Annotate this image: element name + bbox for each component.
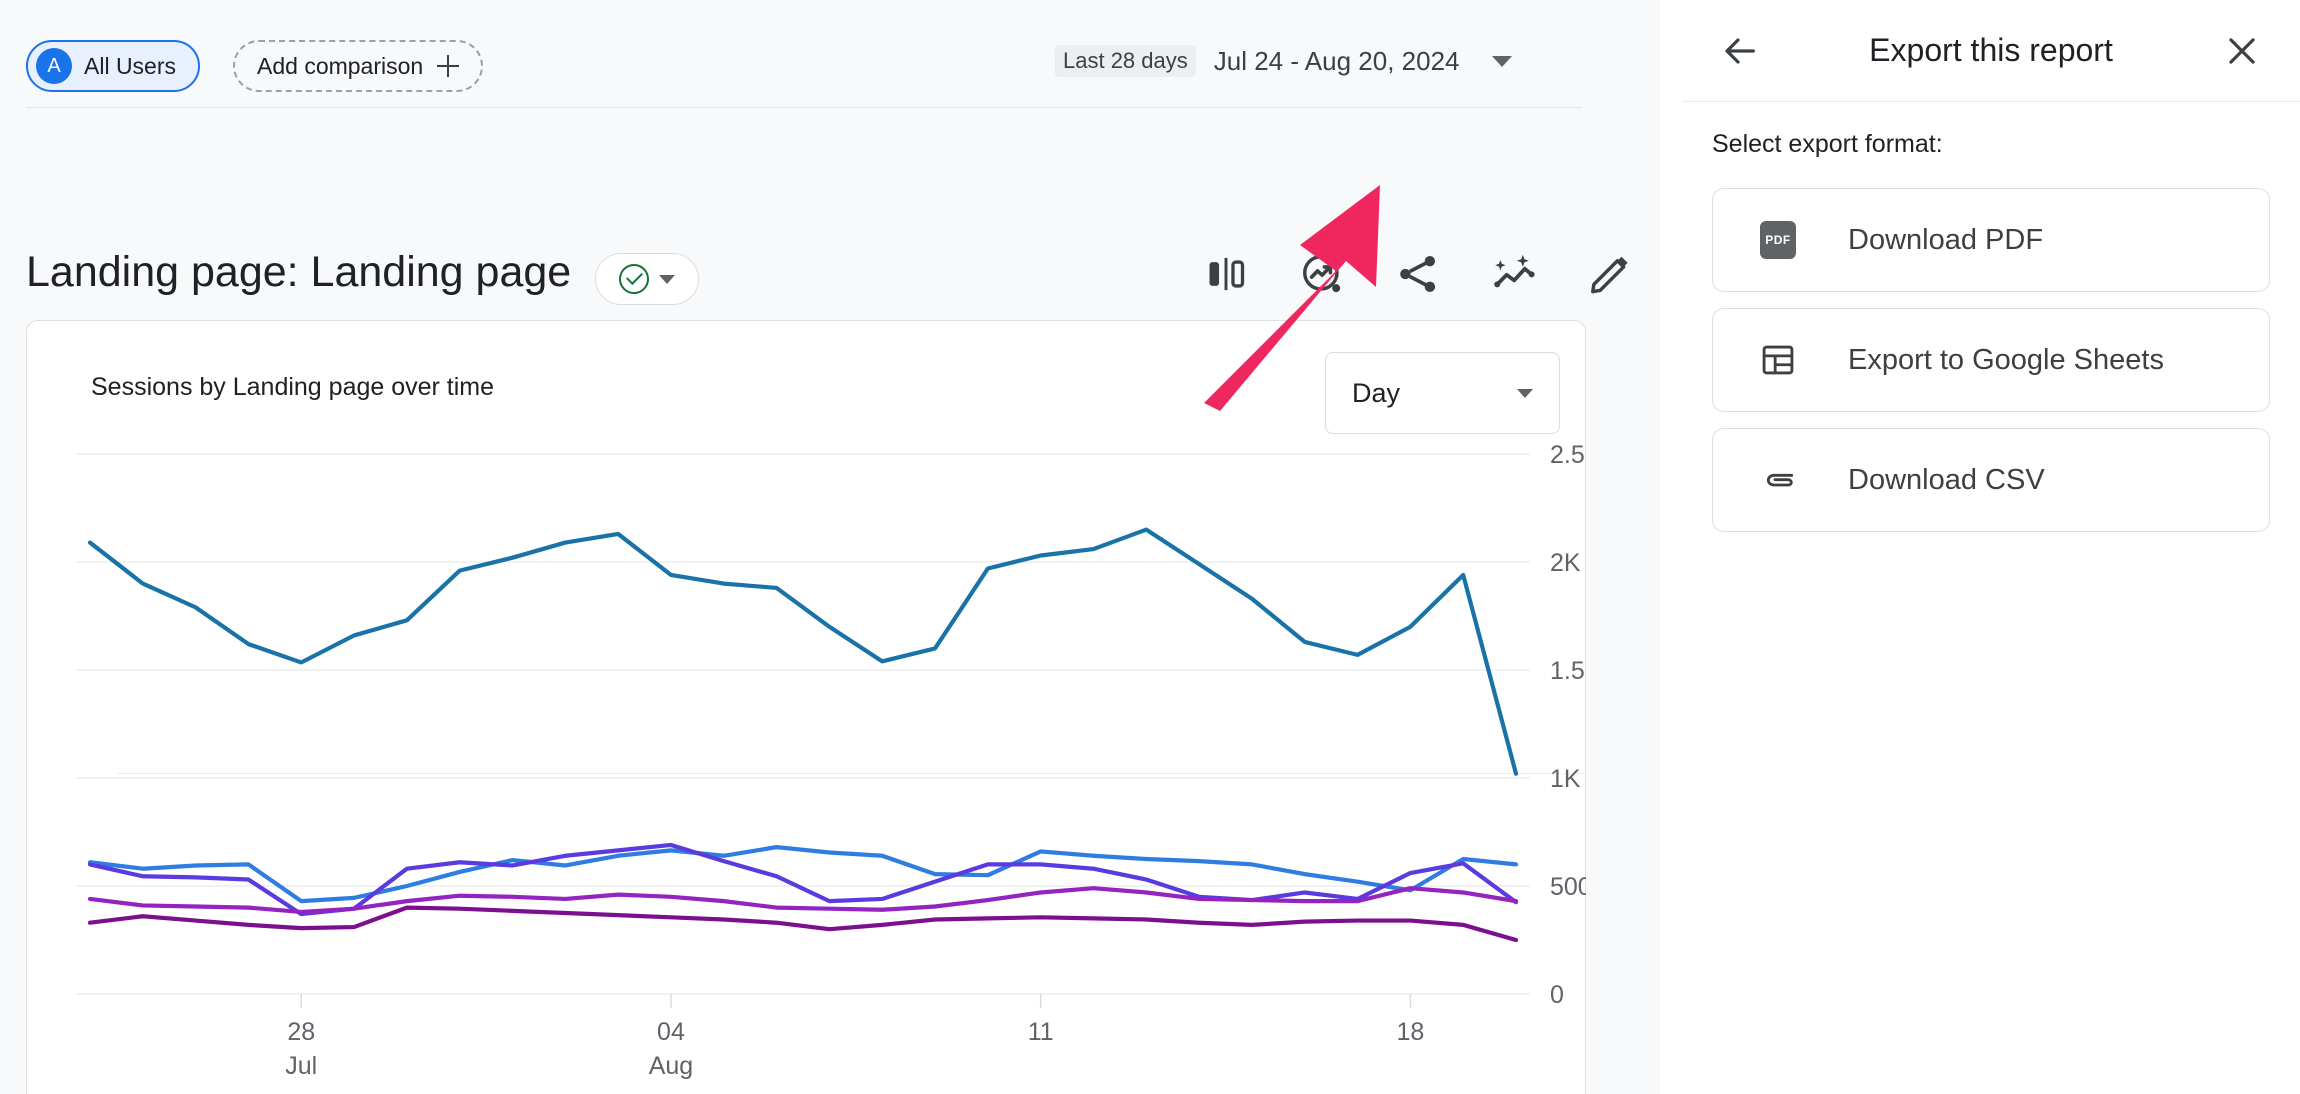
export-panel-title: Export this report bbox=[1869, 32, 2113, 68]
x-axis-tick-label: 28 bbox=[287, 1018, 315, 1046]
export-format-label: Select export format: bbox=[1712, 130, 1943, 158]
date-range-picker[interactable]: Last 28 days Jul 24 - Aug 20, 2024 bbox=[1055, 45, 1512, 77]
csv-paperclip-icon bbox=[1758, 460, 1798, 500]
x-axis-tick-label: 18 bbox=[1396, 1018, 1424, 1046]
x-axis-tick-label: 11 bbox=[1028, 1018, 1054, 1046]
y-axis-tick-label: 2K bbox=[1550, 549, 1581, 577]
share-icon[interactable] bbox=[1382, 238, 1454, 310]
all-users-chip[interactable]: A All Users bbox=[26, 40, 201, 92]
edit-pencil-icon[interactable] bbox=[1574, 238, 1646, 310]
page-title: Landing page: Landing page bbox=[26, 248, 572, 296]
add-comparison-button[interactable]: Add comparison bbox=[233, 40, 484, 92]
pdf-icon: PDF bbox=[1758, 220, 1798, 260]
date-range-preset: Last 28 days bbox=[1055, 45, 1196, 77]
download-pdf-button[interactable]: PDF Download PDF bbox=[1712, 188, 2270, 292]
comparison-bar: A All Users Add comparison Last 28 days … bbox=[0, 0, 1660, 108]
download-csv-label: Download CSV bbox=[1848, 463, 2045, 496]
export-panel-header: Export this report bbox=[1682, 0, 2300, 102]
y-axis-tick-label: 1.5K bbox=[1550, 657, 1586, 685]
chart-series-line bbox=[87, 527, 1519, 776]
sessions-line-chart: 0 500 1K 1.5K 2K 2.5K 28 Jul 04 Aug 11 18 bbox=[76, 441, 1586, 1080]
plus-icon bbox=[437, 55, 460, 77]
chart-x-axis-ticks: 28 Jul 04 Aug 11 18 bbox=[285, 994, 1424, 1080]
chart-series-lines bbox=[87, 527, 1519, 943]
check-circle-icon bbox=[619, 264, 649, 294]
export-google-sheets-label: Export to Google Sheets bbox=[1848, 343, 2164, 376]
date-range-value: Jul 24 - Aug 20, 2024 bbox=[1213, 45, 1460, 76]
report-toolbar bbox=[1190, 238, 1646, 310]
ai-insights-icon[interactable] bbox=[1478, 238, 1550, 310]
export-google-sheets-button[interactable]: Export to Google Sheets bbox=[1712, 308, 2270, 412]
download-csv-button[interactable]: Download CSV bbox=[1712, 428, 2270, 532]
y-axis-tick-label: 500 bbox=[1550, 873, 1586, 901]
chevron-down-icon bbox=[659, 274, 675, 284]
insights-icon[interactable] bbox=[1286, 238, 1358, 310]
x-axis-tick-label-month: Aug bbox=[649, 1052, 693, 1080]
y-axis-tick-label: 1K bbox=[1550, 765, 1581, 793]
avatar: A bbox=[36, 48, 72, 84]
chart-y-axis-labels: 0 500 1K 1.5K 2K 2.5K bbox=[1550, 441, 1586, 1009]
x-axis-tick-label-month: Jul bbox=[285, 1052, 317, 1080]
export-report-panel: Export this report Select export format:… bbox=[1682, 0, 2300, 1094]
download-pdf-label: Download PDF bbox=[1848, 223, 2044, 256]
y-axis-tick-label: 0 bbox=[1550, 981, 1564, 1009]
report-area: A All Users Add comparison Last 28 days … bbox=[0, 0, 1660, 1094]
all-users-chip-label: All Users bbox=[84, 52, 177, 79]
chevron-down-icon bbox=[1491, 55, 1512, 67]
google-sheets-table-icon bbox=[1758, 340, 1798, 380]
y-axis-tick-label: 2.5K bbox=[1550, 441, 1586, 469]
add-comparison-label: Add comparison bbox=[257, 52, 424, 79]
export-options-list: PDF Download PDF Export to Google Sheets bbox=[1712, 188, 2270, 548]
close-icon[interactable] bbox=[2212, 21, 2272, 81]
report-status-dropdown[interactable] bbox=[595, 253, 699, 305]
chart-series-line bbox=[87, 842, 1519, 917]
x-axis-tick-label: 04 bbox=[657, 1018, 685, 1046]
compare-icon[interactable] bbox=[1190, 238, 1262, 310]
back-arrow-icon[interactable] bbox=[1710, 21, 1770, 81]
title-row: Landing page: Landing page Add filter bbox=[0, 108, 1660, 373]
